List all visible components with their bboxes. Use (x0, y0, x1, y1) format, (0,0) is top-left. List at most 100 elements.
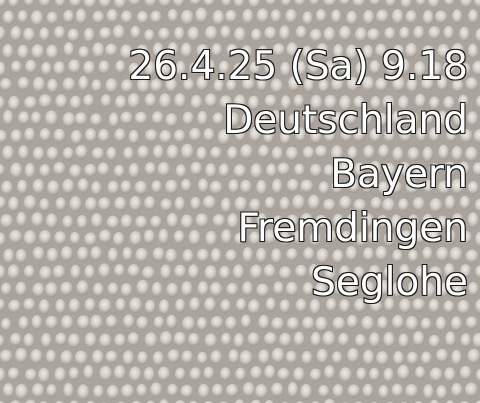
texture-knob (196, 317, 208, 331)
texture-knob (233, 333, 245, 349)
texture-knob (264, 26, 277, 41)
texture-knob (40, 333, 52, 349)
texture-knob (363, 9, 375, 26)
texture-knob (167, 349, 180, 364)
texture-knob (466, 111, 479, 127)
texture-knob (415, 366, 426, 380)
texture-knob (332, 316, 346, 331)
photo-stamp: 26.4.25 (Sa) 9.18 Deutschland Bayern Fre… (8, 40, 469, 310)
texture-knob (239, 350, 253, 367)
texture-knob (405, 10, 418, 24)
texture-knob (7, 367, 20, 381)
texture-knob (74, 350, 88, 366)
texture-knob (399, 26, 411, 40)
texture-knob (152, 351, 164, 366)
texture-knob (413, 25, 425, 41)
texture-knob (136, 11, 149, 24)
texture-knob (210, 350, 223, 365)
texture-knob (174, 26, 185, 42)
texture-knob (467, 181, 479, 195)
texture-knob (384, 27, 396, 41)
texture-knob (198, 383, 210, 399)
texture-knob (258, 314, 270, 331)
texture-knob (46, 384, 57, 397)
texture-knob (93, 385, 104, 399)
stamp-state: Bayern (329, 151, 469, 198)
stamp-town: Fremdingen (236, 205, 469, 252)
texture-knob (210, 316, 224, 330)
texture-knob (105, 315, 118, 329)
texture-knob (445, 331, 456, 348)
texture-knob (467, 348, 480, 364)
texture-knob (362, 349, 375, 366)
texture-knob (412, 331, 425, 347)
texture-knob (180, 384, 194, 399)
texture-knob (106, 385, 120, 400)
texture-knob (406, 351, 419, 365)
texture-knob (435, 316, 447, 332)
texture-knob (174, 367, 186, 381)
texture-knob (77, 315, 91, 330)
texture-knob (383, 367, 394, 383)
photo: 26.4.25 (Sa) 9.18 Deutschland Bayern Fre… (0, 0, 480, 403)
texture-knob (55, 332, 67, 346)
texture-knob (150, 382, 163, 398)
texture-knob (195, 7, 208, 24)
texture-knob (137, 351, 149, 365)
texture-knob (167, 383, 179, 397)
texture-knob (444, 367, 456, 383)
texture-knob (31, 383, 45, 399)
texture-knob (286, 317, 300, 331)
texture-knob (383, 331, 395, 348)
texture-knob (99, 333, 112, 348)
texture-knob (2, 10, 15, 25)
texture-knob (256, 8, 269, 24)
texture-knob (428, 26, 441, 40)
texture-knob (331, 9, 342, 24)
texture-knob (436, 348, 449, 363)
texture-knob (467, 43, 479, 59)
texture-knob (315, 9, 327, 23)
texture-knob (393, 351, 405, 366)
texture-knob (451, 349, 462, 366)
texture-knob (189, 367, 202, 382)
texture-knob (127, 332, 140, 346)
texture-knob (182, 316, 196, 332)
texture-knob (316, 348, 329, 365)
texture-knob (90, 314, 103, 330)
texture-knob (63, 9, 75, 24)
texture-knob (450, 316, 463, 332)
texture-knob (0, 349, 13, 364)
texture-knob (242, 8, 254, 25)
texture-knob (467, 212, 479, 229)
texture-knob (99, 27, 112, 41)
texture-knob (77, 384, 90, 401)
texture-knob (68, 367, 80, 381)
texture-knob (220, 25, 232, 40)
texture-knob (113, 365, 126, 381)
texture-knob (220, 367, 231, 381)
texture-knob (120, 10, 133, 24)
texture-knob (443, 25, 455, 41)
texture-knob (347, 384, 361, 398)
texture-knob (188, 332, 200, 347)
texture-knob (203, 366, 215, 380)
texture-knob (150, 10, 162, 24)
texture-knob (122, 350, 135, 366)
texture-knob (392, 8, 404, 25)
texture-knob (157, 366, 171, 382)
texture-knob (465, 316, 478, 330)
texture-knob (144, 332, 158, 349)
texture-knob (338, 332, 350, 347)
texture-knob (302, 316, 315, 331)
texture-knob (270, 9, 282, 24)
texture-knob (356, 367, 367, 382)
texture-knob (324, 365, 336, 380)
texture-knob (54, 367, 67, 383)
texture-knob (302, 11, 313, 26)
texture-knob (369, 332, 381, 348)
texture-knob (362, 383, 374, 399)
texture-knob (114, 333, 126, 348)
texture-knob (204, 25, 218, 41)
texture-knob (331, 351, 343, 365)
